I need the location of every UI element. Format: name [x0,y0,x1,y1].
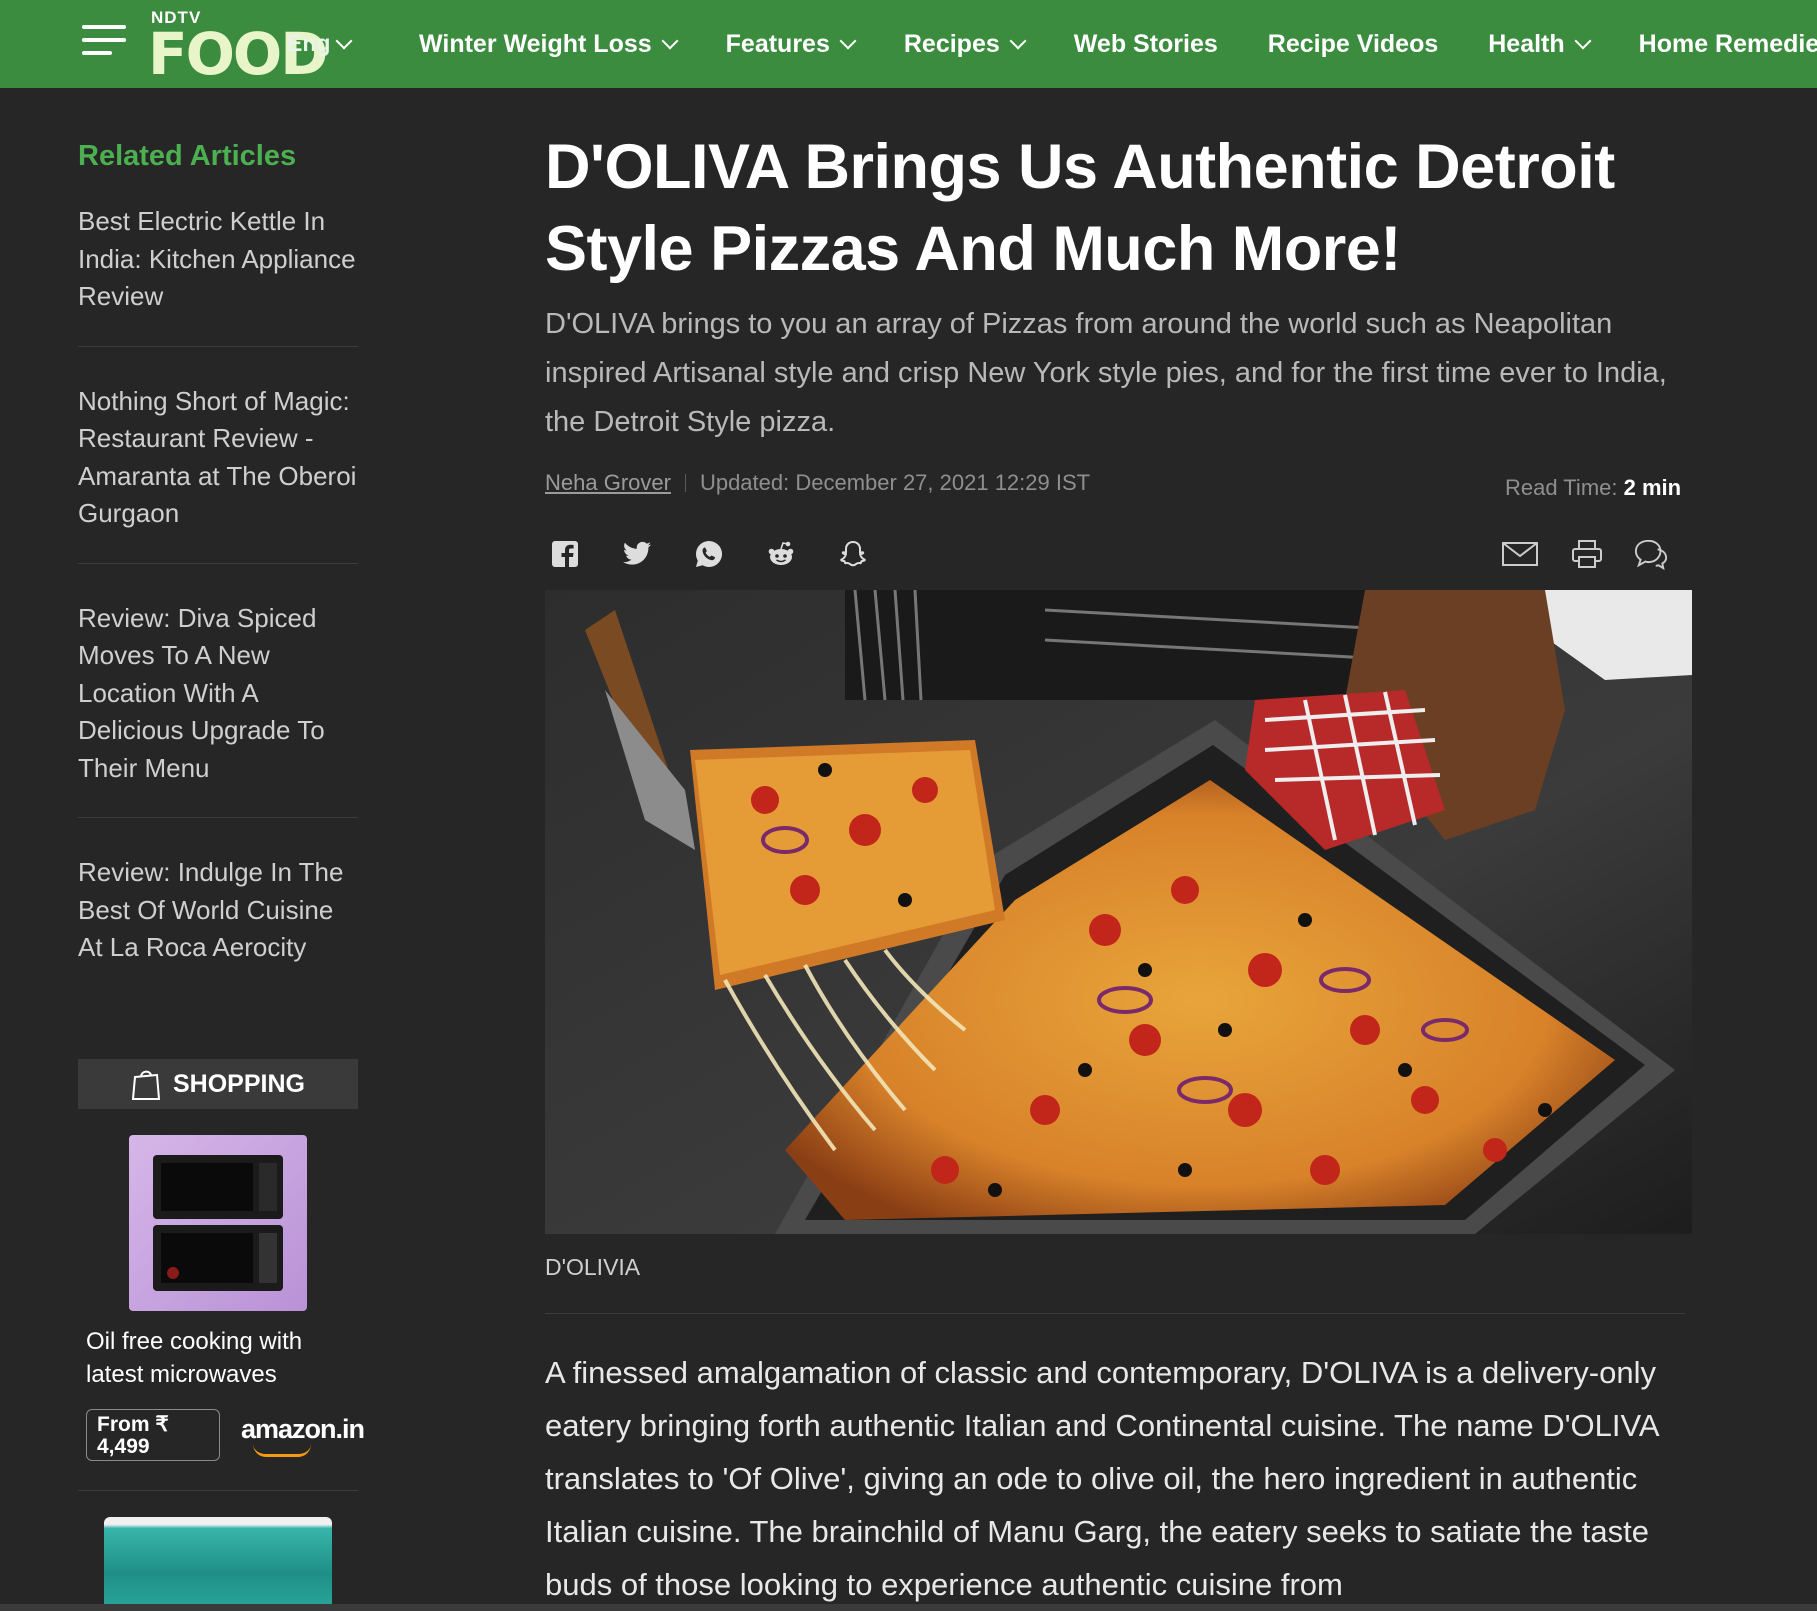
site-logo[interactable]: NDTV FOOD [148,6,328,88]
reddit-icon[interactable] [764,537,798,571]
facebook-icon[interactable] [548,537,582,571]
read-time: Read Time: 2 min [1505,475,1681,501]
nav-label: Health [1488,29,1565,58]
menu-icon[interactable] [82,25,126,59]
chevron-down-icon [661,32,679,50]
nav-label: Web Stories [1073,29,1218,58]
language-label: Eng [287,30,331,56]
shopping-product-title[interactable]: Oil free cooking with latest microwaves [86,1325,356,1391]
related-articles-sidebar: Related Articles Best Electric Kettle In… [78,140,358,1033]
article-hero-image [545,590,1692,1234]
price-label: From ₹ [97,1413,169,1436]
shopping-heading: SHOPPING [173,1069,305,1098]
nav-item-web-stories[interactable]: Web Stories [1074,30,1218,59]
article-title: D'OLIVA Brings Us Authentic Detroit Styl… [545,132,1615,284]
nav-item-health[interactable]: Health [1488,29,1592,59]
image-caption: D'OLIVIA [545,1254,641,1280]
chevron-down-icon [839,32,857,50]
share-bar [548,537,870,571]
article-meta: Neha Grover Updated: December 27, 2021 1… [545,470,1090,496]
microwave-product-image[interactable] [129,1135,307,1311]
nav-item-recipe-videos[interactable]: Recipe Videos [1268,30,1438,59]
author-link[interactable]: Neha Grover [545,470,671,496]
amazon-logo[interactable]: amazon.in [241,1414,365,1457]
nav-item-home-remedies[interactable]: Home Remedies [1639,30,1817,59]
article-tools [1500,537,1668,571]
chevron-down-icon [1009,32,1027,50]
updated-date: Updated: December 27, 2021 12:29 IST [699,470,1091,495]
meta-separator [684,474,686,492]
nav-item-recipes[interactable]: Recipes [903,29,1027,59]
twitter-icon[interactable] [620,537,654,571]
related-article-link[interactable]: Review: Indulge In The Best Of World Cui… [78,854,358,997]
related-article-link[interactable]: Review: Diva Spiced Moves To A New Locat… [78,600,358,818]
read-time-value: 2 min [1623,475,1682,500]
nav-label: Winter Weight Loss [419,29,652,58]
nav-label: Recipe Videos [1267,29,1439,58]
nav-label: Home Remedies [1638,29,1817,58]
nav-item-features[interactable]: Features [725,29,857,59]
comment-icon[interactable] [1634,537,1668,571]
divider [78,1490,358,1491]
chevron-down-icon [1574,32,1592,50]
nav-item-winter-weight-loss[interactable]: Winter Weight Loss [419,29,679,59]
shopping-header: SHOPPING [78,1059,358,1109]
whatsapp-icon[interactable] [692,537,726,571]
container-product-image[interactable] [104,1517,332,1611]
related-article-link[interactable]: Best Electric Kettle In India: Kitchen A… [78,203,358,347]
related-articles-heading: Related Articles [78,140,297,172]
article-body: A finessed amalgamation of classic and c… [545,1355,1658,1602]
email-icon[interactable] [1500,537,1540,571]
amazon-smile-icon [253,1444,311,1457]
read-time-label: Read Time: [1505,475,1618,500]
nav-label: Recipes [903,29,1000,58]
shopping-bag-icon [131,1070,161,1100]
language-selector[interactable]: Eng [287,30,353,57]
chevron-down-icon [335,32,353,49]
store-name: amazon.in [241,1414,365,1444]
top-navigation-bar: NDTV FOOD Eng Winter Weight Loss Feature… [0,0,1817,88]
price-button[interactable]: From ₹ 4,499 [86,1409,220,1461]
nav-label: Features [725,29,830,58]
print-icon[interactable] [1570,537,1604,571]
divider [545,1313,1685,1314]
price-value: 4,499 [97,1435,150,1458]
related-article-link[interactable]: Nothing Short of Magic: Restaurant Revie… [78,383,358,564]
snapchat-icon[interactable] [836,537,870,571]
horizontal-scrollbar[interactable] [0,1604,1817,1611]
article-summary: D'OLIVA brings to you an array of Pizzas… [545,308,1667,438]
main-nav: Winter Weight Loss Features Recipes Web … [419,0,1817,88]
